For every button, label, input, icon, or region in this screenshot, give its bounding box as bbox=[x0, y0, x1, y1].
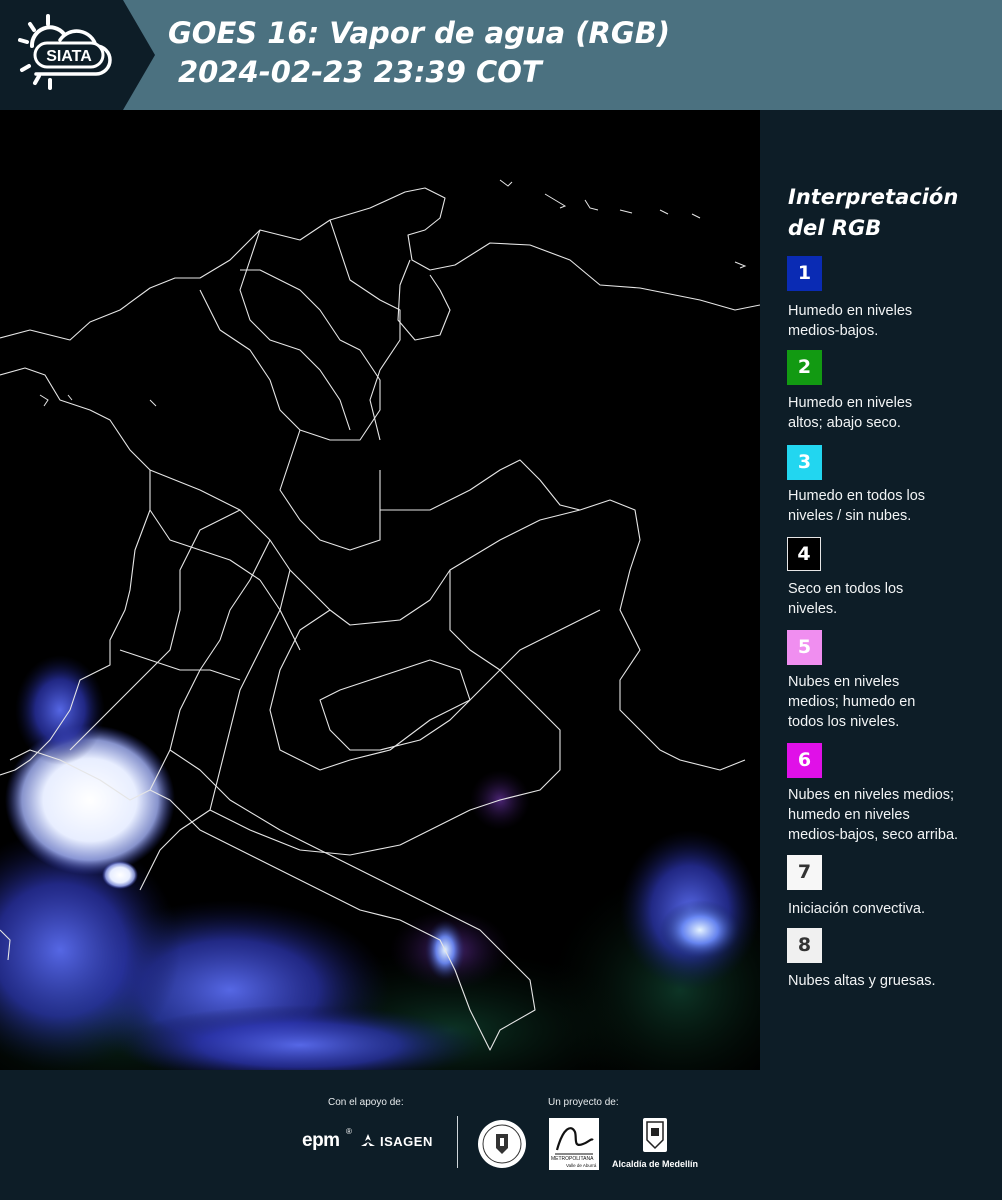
isagen-mark-icon bbox=[361, 1134, 375, 1146]
footer: Con el apoyo de: Un proyecto de: epm ® I… bbox=[0, 1070, 1002, 1200]
legend-label-8: Nubes altas y gruesas. bbox=[788, 971, 996, 991]
legend-label-6-line1: Nubes en niveles medios; bbox=[788, 787, 955, 803]
cloud-imagery bbox=[0, 655, 760, 1070]
legend-label-3-line2: niveles / sin nubes. bbox=[788, 508, 912, 524]
legend-label-5: Nubes en niveles medios; humedo en todos… bbox=[788, 672, 996, 732]
map-canvas bbox=[0, 179, 760, 1070]
legend-label-2-line1: Humedo en niveles bbox=[788, 395, 913, 411]
legend-swatch-6: 6 bbox=[787, 743, 822, 778]
legend-panel: Interpretación del RGB 1 Humedo en nivel… bbox=[760, 110, 1002, 1070]
legend-label-6-line3: medios-bajos, seco arriba. bbox=[788, 827, 959, 843]
legend-swatch-8: 8 bbox=[787, 928, 822, 963]
legend-swatch-7: 7 bbox=[787, 855, 822, 890]
legend-label-1: Humedo en niveles medios-bajos. bbox=[788, 301, 996, 341]
footer-divider bbox=[457, 1116, 458, 1168]
legend-title-line2: del RGB bbox=[788, 216, 882, 240]
legend-label-6: Nubes en niveles medios; humedo en nivel… bbox=[788, 785, 996, 845]
metropolitana-label: METROPOLITANA bbox=[551, 1156, 594, 1162]
legend-swatch-2: 2 bbox=[787, 350, 822, 385]
legend-label-3-line1: Humedo en todos los bbox=[788, 488, 926, 504]
header-bar: SIATA GOES 16: Vapor de agua (RGB) 2024-… bbox=[0, 0, 1002, 110]
legend-label-5-line1: Nubes en niveles bbox=[788, 674, 900, 690]
legend-label-1-line2: medios-bajos. bbox=[788, 323, 879, 339]
legend-label-6-line2: humedo en niveles bbox=[788, 807, 910, 823]
legend-label-3: Humedo en todos los niveles / sin nubes. bbox=[788, 486, 996, 526]
legend-label-7-line1: Iniciación convectiva. bbox=[788, 901, 926, 917]
legend-label-5-line3: todos los niveles. bbox=[788, 714, 900, 730]
legend-label-7: Iniciación convectiva. bbox=[788, 899, 996, 919]
legend-swatch-1: 1 bbox=[787, 256, 822, 291]
logo-text: SIATA bbox=[46, 48, 92, 65]
legend-label-5-line2: medios; humedo en bbox=[788, 694, 916, 710]
legend-title: Interpretación del RGB bbox=[788, 182, 988, 244]
legend-label-4-line1: Seco en todos los bbox=[788, 581, 904, 597]
satellite-map[interactable] bbox=[0, 110, 760, 1070]
isagen-logo: ISAGEN bbox=[380, 1134, 433, 1149]
logo-panel: SIATA bbox=[0, 0, 155, 110]
alcaldia-shield-icon bbox=[643, 1118, 667, 1152]
metropolitana-sub-label: Valle de Aburrá bbox=[566, 1163, 597, 1168]
legend-label-8-line1: Nubes altas y gruesas. bbox=[788, 973, 936, 989]
university-seal-icon bbox=[478, 1120, 526, 1168]
project-caption: Un proyecto de: bbox=[548, 1097, 619, 1108]
registered-mark: ® bbox=[346, 1127, 352, 1136]
page-title: GOES 16: Vapor de agua (RGB) bbox=[168, 16, 671, 50]
legend-swatch-4: 4 bbox=[787, 537, 821, 571]
timestamp: 2024-02-23 23:39 COT bbox=[178, 55, 542, 89]
legend-swatch-3: 3 bbox=[787, 445, 822, 480]
legend-swatch-5: 5 bbox=[787, 630, 822, 665]
support-caption: Con el apoyo de: bbox=[328, 1097, 404, 1108]
legend-label-1-line1: Humedo en niveles bbox=[788, 303, 913, 319]
legend-label-4: Seco en todos los niveles. bbox=[788, 579, 996, 619]
islands bbox=[39, 179, 747, 407]
legend-label-2-line2: altos; abajo seco. bbox=[788, 415, 901, 431]
alcaldia-label: Alcaldía de Medellín bbox=[612, 1159, 699, 1169]
epm-logo: epm bbox=[302, 1130, 340, 1151]
legend-label-4-line2: niveles. bbox=[788, 601, 838, 617]
legend-title-line1: Interpretación bbox=[788, 185, 959, 209]
legend-label-2: Humedo en niveles altos; abajo seco. bbox=[788, 393, 996, 433]
